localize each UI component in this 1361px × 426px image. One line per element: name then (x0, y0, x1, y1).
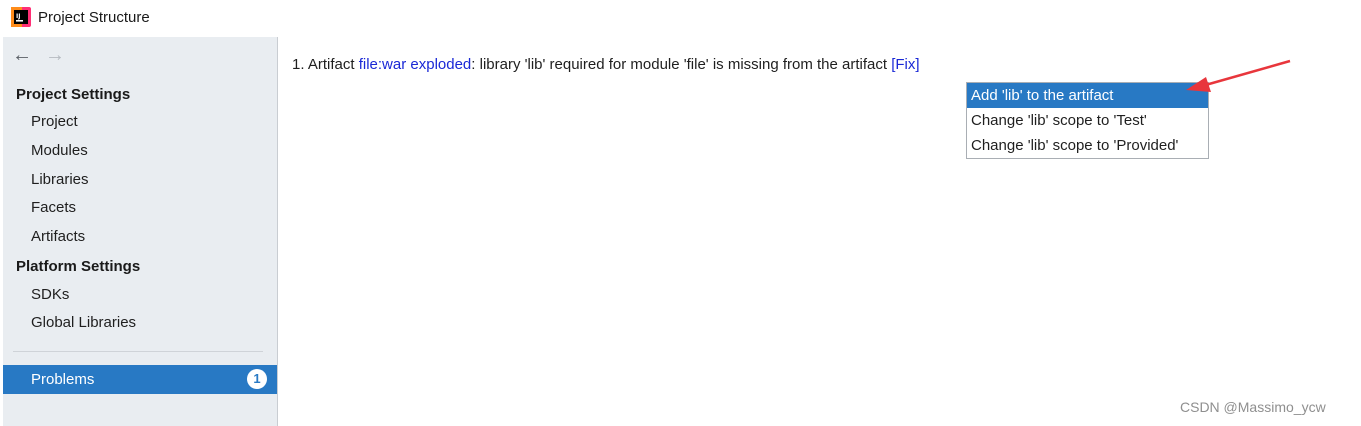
sidebar-item-artifacts[interactable]: Artifacts (31, 228, 85, 245)
sidebar: ← → Project Settings Project Modules Lib… (3, 37, 277, 426)
back-arrow-icon[interactable]: ← (12, 45, 32, 65)
problems-count-badge: 1 (247, 369, 267, 389)
sidebar-item-global-libraries[interactable]: Global Libraries (31, 314, 136, 331)
sidebar-divider (13, 351, 263, 352)
problems-label: Problems (31, 371, 95, 388)
fix-option-label: Change 'lib' scope to 'Test' (971, 112, 1147, 129)
svg-text:IJ: IJ (16, 13, 20, 20)
sidebar-splitter[interactable] (277, 37, 278, 426)
fix-option-label: Add 'lib' to the artifact (971, 87, 1114, 104)
fix-options-popup: Add 'lib' to the artifact Change 'lib' s… (966, 82, 1209, 159)
section-platform-settings: Platform Settings (16, 258, 141, 275)
title-bar: IJ Project Structure (0, 0, 1361, 37)
sidebar-item-project[interactable]: Project (31, 113, 78, 130)
forward-arrow-icon[interactable]: → (45, 45, 65, 65)
annotation-arrow-icon (1186, 59, 1291, 92)
sidebar-item-libraries[interactable]: Libraries (31, 171, 89, 188)
sidebar-item-facets[interactable]: Facets (31, 199, 76, 216)
intellij-idea-icon: IJ (11, 7, 31, 27)
sidebar-item-modules[interactable]: Modules (31, 142, 88, 159)
fix-option-add-to-artifact[interactable]: Add 'lib' to the artifact (967, 83, 1208, 108)
problem-message: : library 'lib' required for module 'fil… (471, 56, 892, 73)
window-title: Project Structure (38, 9, 150, 26)
problem-prefix: 1. Artifact (292, 56, 359, 73)
fix-option-scope-provided[interactable]: Change 'lib' scope to 'Provided' (967, 133, 1208, 158)
problem-entry: 1. Artifact file:war exploded: library '… (292, 56, 920, 73)
section-project-settings: Project Settings (16, 86, 131, 103)
sidebar-item-problems[interactable]: Problems 1 (3, 365, 277, 394)
fix-link[interactable]: [Fix] (891, 56, 919, 73)
fix-option-scope-test[interactable]: Change 'lib' scope to 'Test' (967, 108, 1208, 133)
watermark: CSDN @Massimo_ycw (1180, 399, 1326, 415)
sidebar-item-sdks[interactable]: SDKs (31, 286, 69, 303)
fix-option-label: Change 'lib' scope to 'Provided' (971, 137, 1179, 154)
artifact-link[interactable]: file:war exploded (359, 56, 472, 73)
